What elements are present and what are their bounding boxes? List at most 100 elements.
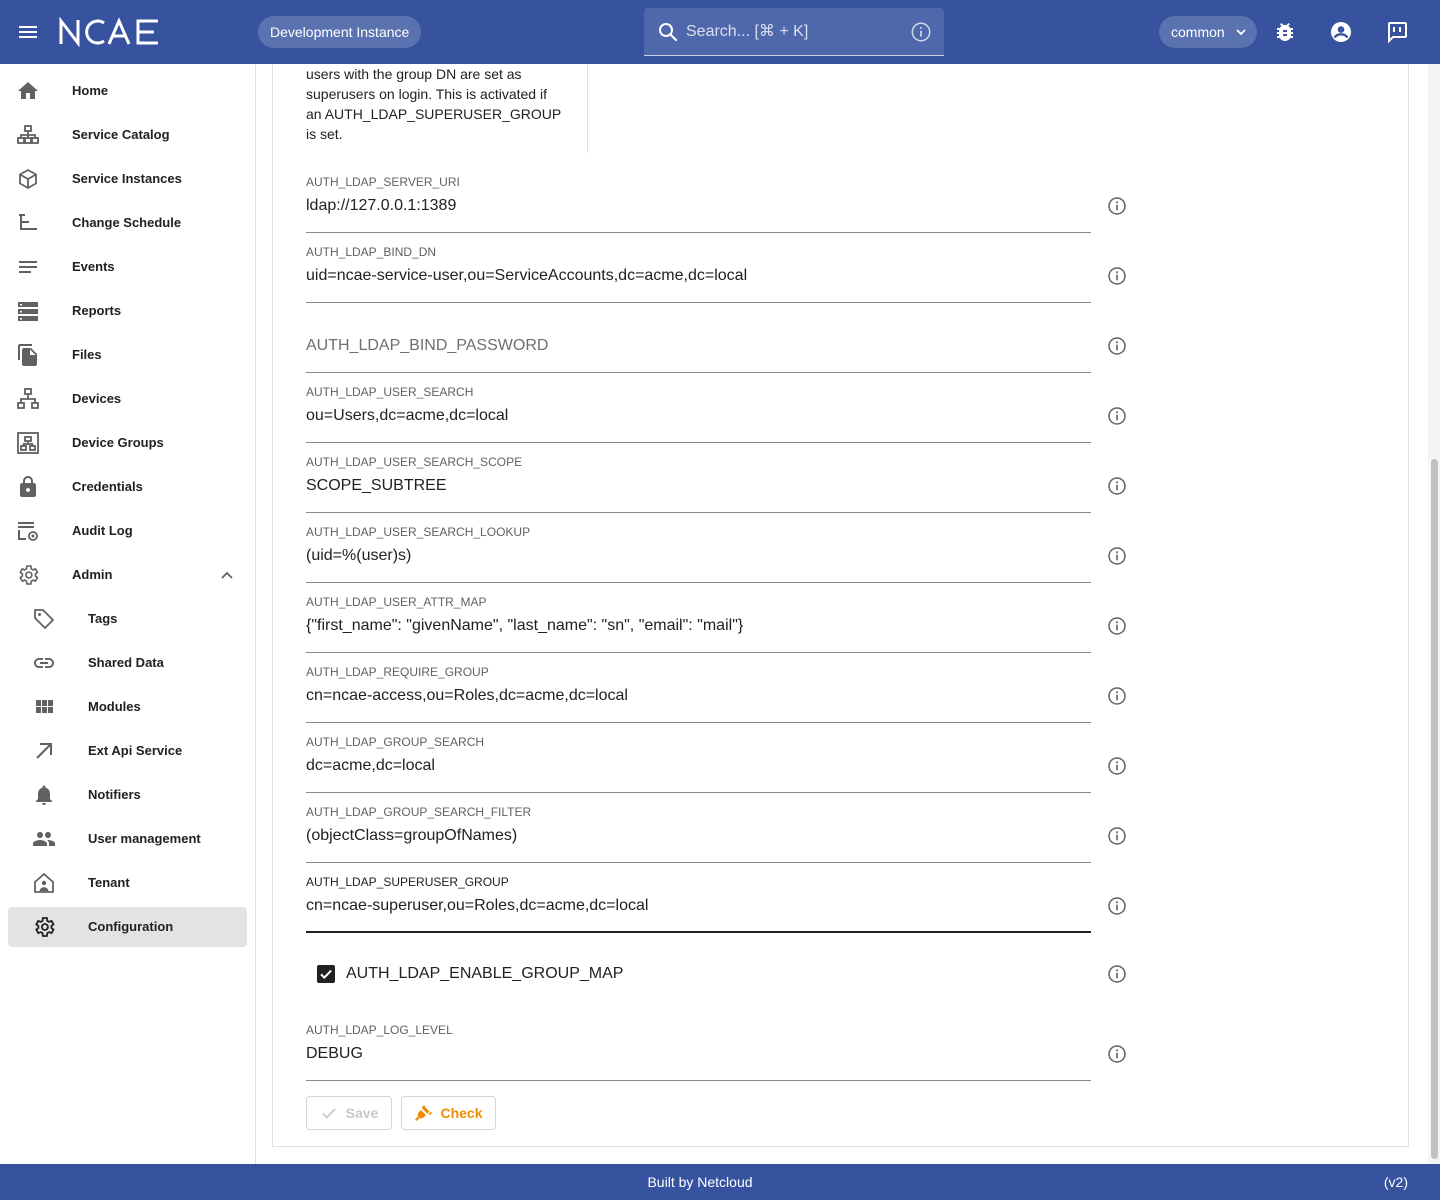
enable-group-map-checkbox[interactable]	[317, 965, 335, 983]
field-value[interactable]: DEBUG	[306, 1045, 363, 1063]
sidebar-item-devices[interactable]: Devices	[8, 379, 247, 419]
info-icon[interactable]	[1107, 826, 1127, 846]
info-icon[interactable]	[1107, 964, 1127, 984]
field-label: AUTH_LDAP_GROUP_SEARCH	[306, 735, 485, 749]
tenant-select-value: common	[1171, 24, 1225, 40]
sidebar-item-label: Admin	[72, 567, 113, 582]
sidebar-item-shared-data[interactable]: Shared Data	[8, 643, 247, 683]
sidebar-item-credentials[interactable]: Credentials	[8, 467, 247, 507]
field-value[interactable]: (objectClass=groupOfNames)	[306, 827, 517, 845]
field-placeholder[interactable]: AUTH_LDAP_BIND_PASSWORD	[306, 337, 548, 355]
auth-ldap-group-search-field[interactable]: AUTH_LDAP_GROUP_SEARCH dc=acme,dc=local	[306, 735, 1091, 793]
scrollbar-thumb[interactable]	[1431, 459, 1438, 1159]
sidebar-item-label: Device Groups	[72, 435, 164, 450]
field-label: AUTH_LDAP_BIND_DN	[306, 245, 437, 259]
sidebar-item-home[interactable]: Home	[8, 71, 247, 111]
auth-ldap-require-group-field[interactable]: AUTH_LDAP_REQUIRE_GROUP cn=ncae-access,o…	[306, 665, 1091, 723]
menu-icon[interactable]	[16, 20, 40, 44]
sidebar-item-admin[interactable]: Admin	[8, 555, 247, 595]
field-label: AUTH_LDAP_USER_SEARCH	[306, 385, 474, 399]
search-icon	[659, 23, 678, 42]
save-button-label: Save	[345, 1105, 379, 1121]
info-icon[interactable]	[1107, 896, 1127, 916]
search-info-icon[interactable]	[910, 21, 932, 43]
sidebar-item-tags[interactable]: Tags	[8, 599, 247, 639]
field-value[interactable]: cn=ncae-superuser,ou=Roles,dc=acme,dc=lo…	[306, 897, 648, 915]
auth-ldap-bind-dn-field[interactable]: AUTH_LDAP_BIND_DN uid=ncae-service-user,…	[306, 245, 1091, 303]
field-value[interactable]: {"first_name": "givenName", "last_name":…	[306, 617, 743, 635]
info-icon[interactable]	[1107, 196, 1127, 216]
sidebar-item-reports[interactable]: Reports	[8, 291, 247, 331]
sidebar-item-audit-log[interactable]: Audit Log	[8, 511, 247, 551]
chevron-down-icon	[1236, 29, 1246, 36]
auth-ldap-user-attr-map-field[interactable]: AUTH_LDAP_USER_ATTR_MAP {"first_name": "…	[306, 595, 1091, 653]
sidebar-item-label: Devices	[72, 391, 122, 406]
sidebar-item-events[interactable]: Events	[8, 247, 247, 287]
tenant-select[interactable]: common	[1159, 16, 1257, 48]
check-button[interactable]: Check	[401, 1096, 496, 1130]
files-icon	[18, 344, 37, 366]
info-icon[interactable]	[1107, 406, 1127, 426]
sidebar-item-label: Notifiers	[88, 787, 141, 802]
auth-ldap-group-search-filter-field[interactable]: AUTH_LDAP_GROUP_SEARCH_FILTER (objectCla…	[306, 805, 1091, 863]
info-icon[interactable]	[1107, 546, 1127, 566]
link-icon	[34, 658, 54, 668]
auth-ldap-user-search-scope-field[interactable]: AUTH_LDAP_USER_SEARCH_SCOPE SCOPE_SUBTRE…	[306, 455, 1091, 513]
info-icon[interactable]	[1107, 476, 1127, 496]
sidebar-item-label: Reports	[72, 303, 122, 318]
sidebar-item-user-management[interactable]: User management	[8, 819, 247, 859]
bug-icon[interactable]	[1273, 20, 1297, 44]
info-icon[interactable]	[1107, 686, 1127, 706]
info-icon[interactable]	[1107, 616, 1127, 636]
checkmark-icon	[322, 1108, 336, 1119]
auth-ldap-user-search-field[interactable]: AUTH_LDAP_USER_SEARCH ou=Users,dc=acme,d…	[306, 385, 1091, 443]
list-icon	[19, 261, 37, 273]
field-value[interactable]: (uid=%(user)s)	[306, 547, 411, 565]
sidebar-item-label: Credentials	[72, 479, 143, 494]
search-box[interactable]	[644, 8, 944, 56]
field-value[interactable]: uid=ncae-service-user,ou=ServiceAccounts…	[306, 267, 747, 285]
field-label: AUTH_LDAP_LOG_LEVEL	[306, 1023, 453, 1037]
field-value[interactable]: dc=acme,dc=local	[306, 757, 435, 775]
auth-ldap-server-uri-field[interactable]: AUTH_LDAP_SERVER_URI ldap://127.0.0.1:13…	[306, 175, 1091, 233]
sidebar-item-files[interactable]: Files	[8, 335, 247, 375]
sidebar-item-label: Events	[72, 259, 115, 274]
field-value[interactable]: cn=ncae-access,ou=Roles,dc=acme,dc=local	[306, 687, 628, 705]
sidebar-item-tenant[interactable]: Tenant	[8, 863, 247, 903]
sidebar-item-service-catalog[interactable]: Service Catalog	[8, 115, 247, 155]
tag-icon	[34, 609, 54, 629]
auth-ldap-superuser-group-field[interactable]: AUTH_LDAP_SUPERUSER_GROUP cn=ncae-superu…	[306, 875, 1091, 933]
auth-ldap-user-search-lookup-field[interactable]: AUTH_LDAP_USER_SEARCH_LOOKUP (uid=%(user…	[306, 525, 1091, 583]
sidebar-item-modules[interactable]: Modules	[8, 687, 247, 727]
field-value[interactable]: ou=Users,dc=acme,dc=local	[306, 407, 508, 425]
info-icon[interactable]	[1107, 1044, 1127, 1064]
sidebar-item-label: Tenant	[88, 875, 130, 890]
account-circle-icon[interactable]	[1329, 20, 1353, 44]
sidebar-item-service-instances[interactable]: Service Instances	[8, 159, 247, 199]
audit-log-icon	[18, 522, 38, 541]
check-button-label: Check	[440, 1105, 483, 1121]
auth-ldap-log-level-field[interactable]: AUTH_LDAP_LOG_LEVEL DEBUG	[306, 1023, 1091, 1081]
sidebar-item-change-schedule[interactable]: Change Schedule	[8, 203, 247, 243]
auth-ldap-bind-password-field[interactable]: AUTH_LDAP_BIND_PASSWORD	[306, 315, 1091, 373]
environment-badge: Development Instance	[258, 16, 422, 48]
main-content: users with the group DN are set as super…	[256, 64, 1440, 1164]
sidebar-item-notifiers[interactable]: Notifiers	[8, 775, 247, 815]
field-value[interactable]: SCOPE_SUBTREE	[306, 477, 446, 495]
sidebar-item-label: Service Catalog	[72, 127, 170, 142]
feedback-icon[interactable]	[1385, 20, 1409, 44]
info-icon[interactable]	[1107, 266, 1127, 286]
search-input[interactable]	[686, 18, 896, 46]
page-scrollbar[interactable]	[1428, 64, 1440, 1164]
sidebar-item-configuration[interactable]: Configuration	[8, 907, 247, 947]
info-icon[interactable]	[1107, 336, 1127, 356]
field-label: AUTH_LDAP_USER_SEARCH_SCOPE	[306, 455, 523, 469]
field-value[interactable]: ldap://127.0.0.1:1389	[306, 197, 456, 215]
cube-icon	[19, 169, 37, 189]
save-button[interactable]: Save	[306, 1096, 392, 1130]
sidebar-item-ext-api-service[interactable]: Ext Api Service	[8, 731, 247, 771]
app-footer: Built by Netcloud (v2)	[0, 1164, 1440, 1200]
sidebar-item-device-groups[interactable]: Device Groups	[8, 423, 247, 463]
bell-icon	[36, 785, 52, 805]
info-icon[interactable]	[1107, 756, 1127, 776]
